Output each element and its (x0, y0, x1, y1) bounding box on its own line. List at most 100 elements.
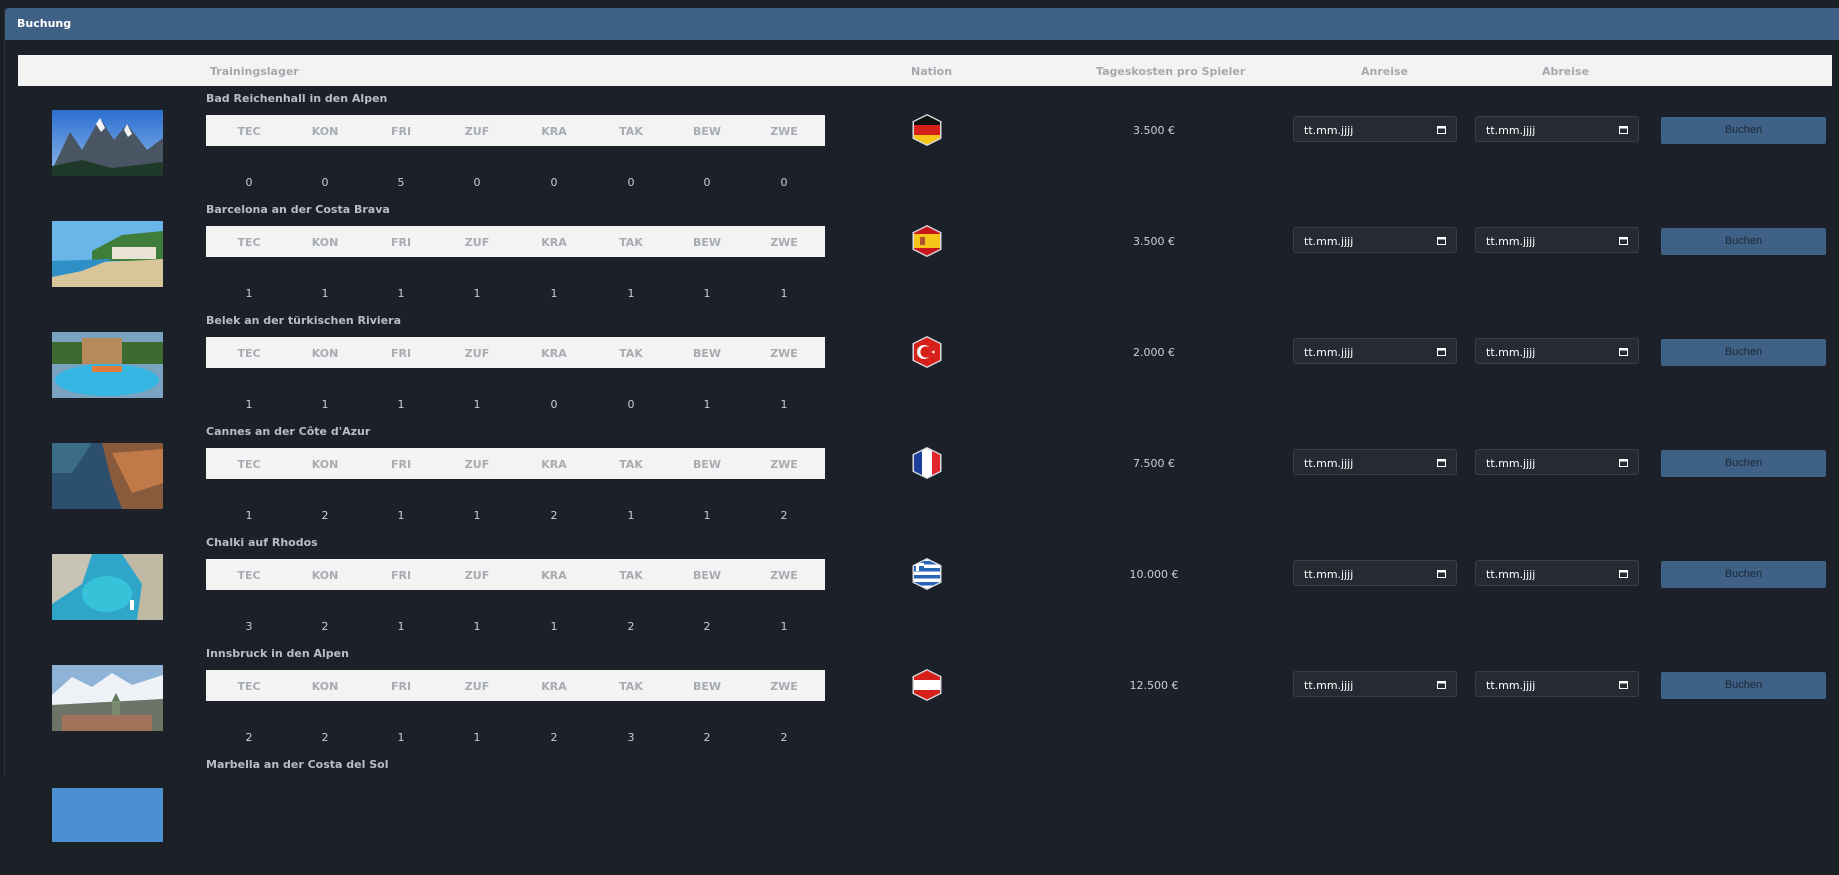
stat-value-zwe: 1 (780, 287, 788, 300)
arrival-date-input[interactable]: tt.mm.jjjj (1293, 338, 1457, 364)
stat-value-tec: 1 (245, 287, 253, 300)
stat-label-tec: TEC (237, 680, 261, 693)
camp-name: Cannes an der Côte d'Azur (206, 425, 371, 438)
book-button[interactable]: Buchen (1661, 450, 1826, 477)
stat-label-zuf: ZUF (464, 125, 490, 138)
departure-date-input[interactable]: tt.mm.jjjj (1475, 449, 1639, 475)
calendar-icon[interactable] (1619, 679, 1628, 689)
stat-value-zuf: 1 (473, 509, 481, 522)
stat-label-tak: TAK (619, 569, 643, 582)
daily-cost: 3.500 € (1133, 124, 1175, 137)
stat-label-tak: TAK (619, 236, 643, 249)
calendar-icon[interactable] (1619, 124, 1628, 134)
stat-value-tec: 3 (245, 620, 253, 633)
daily-cost: 10.000 € (1129, 568, 1179, 581)
calendar-icon[interactable] (1619, 457, 1628, 467)
stat-value-kra: 0 (550, 176, 558, 189)
arrival-date-input[interactable]: tt.mm.jjjj (1293, 227, 1457, 253)
camp-thumbnail (52, 110, 163, 176)
stats-header: TEC KON FRI ZUF KRA TAK BEW ZWE 1 1 1 1 1 1 1 1 (206, 226, 825, 300)
calendar-icon[interactable] (1437, 679, 1446, 689)
stats-header: TEC KON FRI ZUF KRA TAK BEW ZWE 0 0 5 0 0 0 0 0 (206, 115, 825, 189)
departure-date-input[interactable]: tt.mm.jjjj (1475, 671, 1639, 697)
stat-label-tak: TAK (619, 125, 643, 138)
stat-value-zwe: 2 (780, 509, 788, 522)
column-header-departure: Abreise (1542, 65, 1590, 78)
book-button[interactable]: Buchen (1661, 672, 1826, 699)
camp-row: Bad Reichenhall in den Alpen TEC KON FRI ZUF… (5, 92, 1839, 209)
departure-date-input[interactable]: tt.mm.jjjj (1475, 116, 1639, 142)
departure-date-placeholder: tt.mm.jjjj (1486, 235, 1536, 248)
camp-row: Cannes an der Côte d'Azur TEC KON FRI ZUF KRA… (5, 425, 1839, 542)
column-header-arrival: Anreise (1361, 65, 1409, 78)
france-flag-icon (911, 447, 943, 479)
stat-label-fri: FRI (390, 125, 412, 138)
stat-value-kra: 1 (550, 287, 558, 300)
stat-value-zuf: 1 (473, 398, 481, 411)
camp-row: Chalki auf Rhodos TEC KON FRI ZUF KRA TAK BEW ZW… (5, 536, 1839, 653)
stat-value-tak: 1 (627, 287, 635, 300)
stat-value-bew: 0 (703, 176, 711, 189)
stat-label-tak: TAK (619, 347, 643, 360)
book-button[interactable]: Buchen (1661, 117, 1826, 144)
turkey-flag-icon (911, 336, 943, 368)
arrival-date-input[interactable]: tt.mm.jjjj (1293, 671, 1457, 697)
departure-date-input[interactable]: tt.mm.jjjj (1475, 338, 1639, 364)
stat-value-zwe: 0 (780, 176, 788, 189)
stat-label-kra: KRA (541, 458, 567, 471)
panel-header: Buchung (5, 8, 1839, 40)
stat-label-tak: TAK (619, 458, 643, 471)
stat-value-tak: 0 (627, 398, 635, 411)
stat-label-zuf: ZUF (464, 236, 490, 249)
calendar-icon[interactable] (1437, 568, 1446, 578)
stat-label-zwe: ZWE (770, 680, 798, 693)
book-button[interactable]: Buchen (1661, 561, 1826, 588)
stat-label-zuf: ZUF (464, 569, 490, 582)
camp-row: Innsbruck in den Alpen TEC KON FRI ZUF KRA TAK… (5, 647, 1839, 764)
stat-value-tak: 3 (627, 731, 635, 744)
stat-value-zuf: 1 (473, 731, 481, 744)
arrival-date-placeholder: tt.mm.jjjj (1304, 457, 1354, 470)
departure-date-input[interactable]: tt.mm.jjjj (1475, 560, 1639, 586)
calendar-icon[interactable] (1437, 235, 1446, 245)
stat-value-tec: 1 (245, 509, 253, 522)
column-header-cost: Tageskosten pro Spieler (1096, 65, 1246, 78)
stat-value-fri: 1 (397, 398, 405, 411)
book-button[interactable]: Buchen (1661, 228, 1826, 255)
stat-label-zwe: ZWE (770, 569, 798, 582)
calendar-icon[interactable] (1437, 457, 1446, 467)
calendar-icon[interactable] (1437, 346, 1446, 356)
camp-thumbnail (52, 332, 163, 398)
stat-value-tec: 1 (245, 398, 253, 411)
booking-panel: Buchung Trainingslager Nation Tageskoste… (4, 8, 1839, 842)
stat-value-kra: 0 (550, 398, 558, 411)
daily-cost: 3.500 € (1133, 235, 1175, 248)
arrival-date-input[interactable]: tt.mm.jjjj (1293, 560, 1457, 586)
stat-label-kon: KON (311, 680, 339, 693)
horizontal-scrollbar[interactable] (4, 776, 1839, 788)
stat-value-kon: 2 (321, 509, 329, 522)
stat-label-kra: KRA (541, 680, 567, 693)
stat-label-fri: FRI (390, 458, 412, 471)
stat-value-tak: 1 (627, 509, 635, 522)
stat-label-fri: FRI (390, 680, 412, 693)
arrival-date-input[interactable]: tt.mm.jjjj (1293, 449, 1457, 475)
stat-label-tec: TEC (237, 569, 261, 582)
camp-name: Belek an der türkischen Riviera (206, 314, 402, 327)
book-button[interactable]: Buchen (1661, 339, 1826, 366)
departure-date-input[interactable]: tt.mm.jjjj (1475, 227, 1639, 253)
camp-name: Innsbruck in den Alpen (206, 647, 349, 660)
calendar-icon[interactable] (1619, 568, 1628, 578)
stat-label-fri: FRI (390, 347, 412, 360)
calendar-icon[interactable] (1437, 124, 1446, 134)
stat-label-kon: KON (311, 236, 339, 249)
departure-date-placeholder: tt.mm.jjjj (1486, 124, 1536, 137)
daily-cost: 12.500 € (1129, 679, 1179, 692)
stat-value-fri: 5 (397, 176, 405, 189)
stat-label-zwe: ZWE (770, 347, 798, 360)
calendar-icon[interactable] (1619, 346, 1628, 356)
calendar-icon[interactable] (1619, 235, 1628, 245)
stat-label-tec: TEC (237, 347, 261, 360)
camp-name: Bad Reichenhall in den Alpen (206, 92, 388, 105)
arrival-date-input[interactable]: tt.mm.jjjj (1293, 116, 1457, 142)
